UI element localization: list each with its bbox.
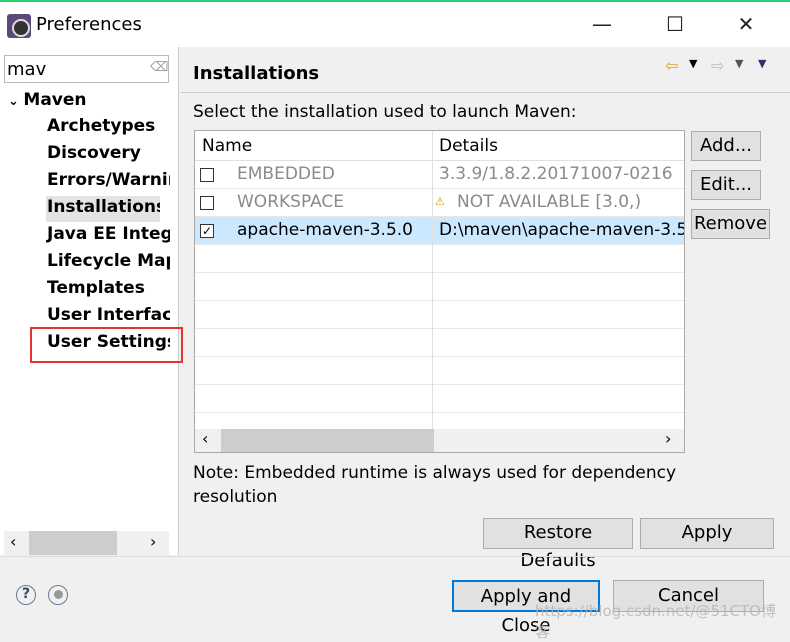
scroll-right-icon[interactable]: › — [665, 429, 671, 448]
scroll-right-icon[interactable]: › — [150, 532, 156, 551]
table-row-selected[interactable]: ✓ apache-maven-3.5.0 D:\maven\apache-mav… — [195, 217, 684, 245]
installation-name: EMBEDDED — [237, 164, 335, 184]
close-button[interactable]: ✕ — [731, 12, 761, 36]
tree-item-java-ee[interactable]: Java EE Integration — [46, 223, 170, 249]
installations-table[interactable]: Name Details EMBEDDED 3.3.9/1.8.2.201710… — [194, 130, 685, 453]
installation-name: WORKSPACE — [237, 192, 345, 212]
empty-row — [195, 301, 684, 329]
forward-menu-icon[interactable]: ▼ — [735, 57, 743, 70]
table-horizontal-scrollbar[interactable]: ‹ › — [195, 429, 684, 452]
tree-item-discovery[interactable]: Discovery — [46, 142, 170, 168]
clear-filter-icon[interactable]: ⌫ — [150, 60, 168, 75]
tree-item-maven[interactable]: ⌄ Maven — [8, 90, 87, 110]
empty-row — [195, 385, 684, 413]
view-menu-icon[interactable]: ▼ — [758, 57, 766, 70]
apply-button[interactable]: Apply — [640, 518, 774, 549]
installation-details: NOT AVAILABLE [3.0,) — [457, 192, 642, 212]
empty-row — [195, 357, 684, 385]
checkbox[interactable] — [200, 196, 214, 210]
column-divider[interactable] — [432, 131, 433, 429]
tree-item-templates[interactable]: Templates — [46, 277, 170, 303]
remove-button[interactable]: Remove — [691, 209, 770, 239]
oomph-record-icon[interactable] — [48, 585, 68, 605]
scroll-left-icon[interactable]: ‹ — [10, 532, 16, 551]
forward-arrow-icon[interactable]: ⇨ — [711, 56, 724, 75]
installation-details: 3.3.9/1.8.2.20171007-0216 — [439, 164, 673, 184]
scroll-left-icon[interactable]: ‹ — [202, 429, 208, 448]
column-header-details[interactable]: Details — [439, 136, 498, 156]
checkbox[interactable] — [200, 168, 214, 182]
minimize-button[interactable]: — — [587, 12, 617, 36]
filter-input[interactable]: mav — [4, 55, 169, 83]
back-arrow-icon[interactable]: ⇦ — [665, 56, 678, 75]
installation-name: apache-maven-3.5.0 — [237, 220, 414, 240]
help-icon[interactable]: ? — [16, 585, 36, 605]
instruction-label: Select the installation used to launch M… — [193, 102, 577, 122]
installation-details: D:\maven\apache-maven-3.5.0 — [439, 220, 685, 240]
back-menu-icon[interactable]: ▼ — [689, 57, 697, 70]
restore-defaults-button[interactable]: Restore Defaults — [483, 518, 633, 571]
warning-icon: ⚠ — [435, 195, 445, 208]
watermark: https://blog.csdn.net/@51CTO博客 — [535, 602, 776, 641]
tree-horizontal-scrollbar[interactable]: ‹ › — [4, 531, 169, 555]
empty-row — [195, 273, 684, 301]
page-title: Installations — [193, 63, 320, 84]
embedded-note: Note: Embedded runtime is always used fo… — [193, 463, 677, 507]
preferences-tree-panel: mav ⌫ ⌄ Maven Archetypes Discovery Error… — [0, 47, 183, 555]
eclipse-gear-icon — [7, 14, 31, 38]
tree-item-installations[interactable]: Installations — [46, 196, 160, 222]
tree-label: Maven — [23, 90, 87, 110]
maximize-button[interactable]: ☐ — [660, 12, 690, 36]
page-header: Installations ⇦ ▼ ⇨ ▼ ▼ — [181, 47, 790, 93]
tree-item-errors-warnings[interactable]: Errors/Warnings — [46, 169, 170, 195]
edit-button[interactable]: Edit... — [691, 170, 761, 200]
title-bar: Preferences — ☐ ✕ — [0, 0, 790, 47]
table-row[interactable]: WORKSPACE ⚠ NOT AVAILABLE [3.0,) — [195, 189, 684, 217]
footer-divider — [0, 556, 790, 557]
scrollbar-thumb[interactable] — [29, 531, 117, 555]
column-header-name[interactable]: Name — [202, 136, 252, 156]
empty-row — [195, 245, 684, 273]
scrollbar-thumb[interactable] — [221, 429, 434, 452]
table-row[interactable]: EMBEDDED 3.3.9/1.8.2.20171007-0216 — [195, 161, 684, 189]
tree-item-archetypes[interactable]: Archetypes — [46, 115, 170, 141]
chevron-down-icon[interactable]: ⌄ — [8, 94, 23, 109]
window-title: Preferences — [36, 14, 142, 35]
tree-item-lifecycle[interactable]: Lifecycle Mappings — [46, 250, 170, 276]
empty-row — [195, 329, 684, 357]
add-button[interactable]: Add... — [691, 131, 761, 161]
checkbox-checked[interactable]: ✓ — [200, 224, 214, 238]
table-header: Name Details — [195, 131, 684, 161]
highlight-annotation — [30, 327, 183, 363]
